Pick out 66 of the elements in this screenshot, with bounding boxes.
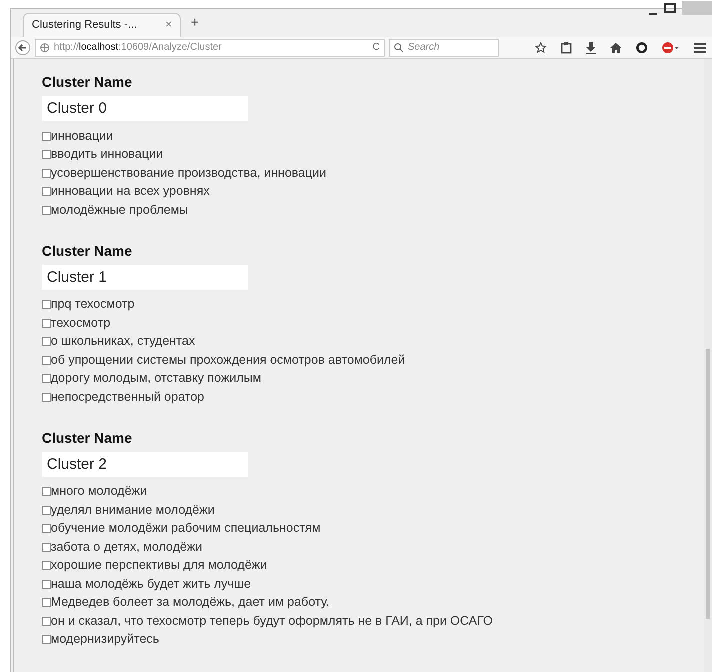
term-label: обучение молодёжи рабочим специальностям	[51, 520, 321, 538]
checkbox[interactable]	[42, 635, 51, 644]
address-bar[interactable]: http://localhost:10609/Analyze/Cluster C	[35, 38, 385, 56]
term-label: наша молодёжь будет жить лучше	[51, 576, 252, 593]
checkbox[interactable]	[42, 616, 51, 626]
star-icon[interactable]	[535, 42, 547, 54]
download-icon[interactable]	[586, 42, 596, 54]
new-tab-button[interactable]: +	[191, 12, 200, 33]
checkbox[interactable]	[42, 580, 51, 589]
checkbox[interactable]	[42, 150, 51, 160]
checkbox[interactable]	[42, 300, 51, 310]
cluster-name-label: Cluster Name	[42, 73, 134, 91]
checkbox[interactable]	[42, 374, 51, 384]
checkbox[interactable]	[42, 356, 51, 365]
ring-icon[interactable]	[636, 42, 648, 54]
term-label: модернизируйтесь	[51, 631, 160, 648]
reload-button[interactable]: C	[372, 40, 380, 55]
term-label: прq техосмотр	[51, 296, 135, 314]
checkbox[interactable]	[42, 524, 51, 534]
checkbox[interactable]	[42, 487, 51, 496]
search-placeholder: Search	[408, 41, 440, 55]
browser-tab[interactable]: Clustering Results -... ×	[23, 13, 181, 37]
cluster-name-label: Cluster Name	[42, 242, 134, 260]
term-label: дорогу молодым, отставку пожилым	[51, 370, 262, 388]
term-label: уделял внимание молодёжи	[51, 502, 215, 519]
stop-sign-icon[interactable]	[662, 42, 680, 54]
menu-icon[interactable]	[694, 42, 706, 54]
back-icon[interactable]	[15, 40, 31, 56]
checkbox[interactable]	[42, 187, 51, 196]
term-label: об упрощении системы прохождения осмотров автомобилей	[51, 352, 406, 369]
checkbox[interactable]	[42, 561, 51, 570]
home-icon[interactable]	[610, 42, 622, 54]
term-label: вводить инновации	[51, 146, 164, 164]
term-label: усовершенствование производства, инновации	[51, 164, 326, 182]
search-field[interactable]: Search	[389, 38, 499, 56]
cluster-name-field[interactable]: Cluster 2	[42, 452, 248, 476]
url-text: http://localhost:10609/Analyze/Cluster	[54, 41, 222, 55]
checkbox[interactable]	[42, 206, 51, 215]
cluster-name-field[interactable]: Cluster 0	[42, 96, 248, 121]
checkbox[interactable]	[42, 392, 51, 402]
term-label: Медведев болеет за молодёжь, дает им работу.	[51, 594, 330, 612]
checkbox[interactable]	[42, 598, 51, 608]
cluster-name-label: Cluster Name	[42, 428, 134, 446]
checkbox[interactable]	[42, 168, 51, 178]
close-icon[interactable]: ×	[166, 17, 172, 34]
clipboard-icon[interactable]	[561, 42, 572, 54]
term-label: молодёжные проблемы	[51, 202, 188, 219]
term-label: инновации на всех уровнях	[51, 183, 210, 200]
maximize-icon[interactable]	[664, 3, 676, 13]
tab-title: Clustering Results -...	[32, 18, 138, 34]
search-icon	[394, 42, 404, 52]
globe-icon	[40, 42, 50, 52]
term-label: инновации	[51, 128, 114, 145]
term-label: хорошие перспективы для молодёжи	[51, 557, 268, 574]
term-label: забота о детях, молодёжи	[51, 538, 202, 556]
checkbox[interactable]	[42, 132, 51, 141]
term-label: техосмотр	[51, 314, 111, 332]
checkbox[interactable]	[42, 506, 51, 515]
term-label: много молодёжи	[51, 483, 148, 500]
checkbox[interactable]	[42, 318, 51, 328]
term-label: о школьниках, студентах	[51, 333, 196, 350]
term-label: он и сказал, что техосмотр теперь будут оформлять не в ГАИ, а при ОСАГО	[51, 612, 494, 630]
cluster-name-field[interactable]: Cluster 1	[42, 264, 248, 290]
checkbox[interactable]	[42, 542, 51, 552]
checkbox[interactable]	[42, 337, 51, 346]
term-label: непосредственный оратор	[51, 388, 204, 406]
